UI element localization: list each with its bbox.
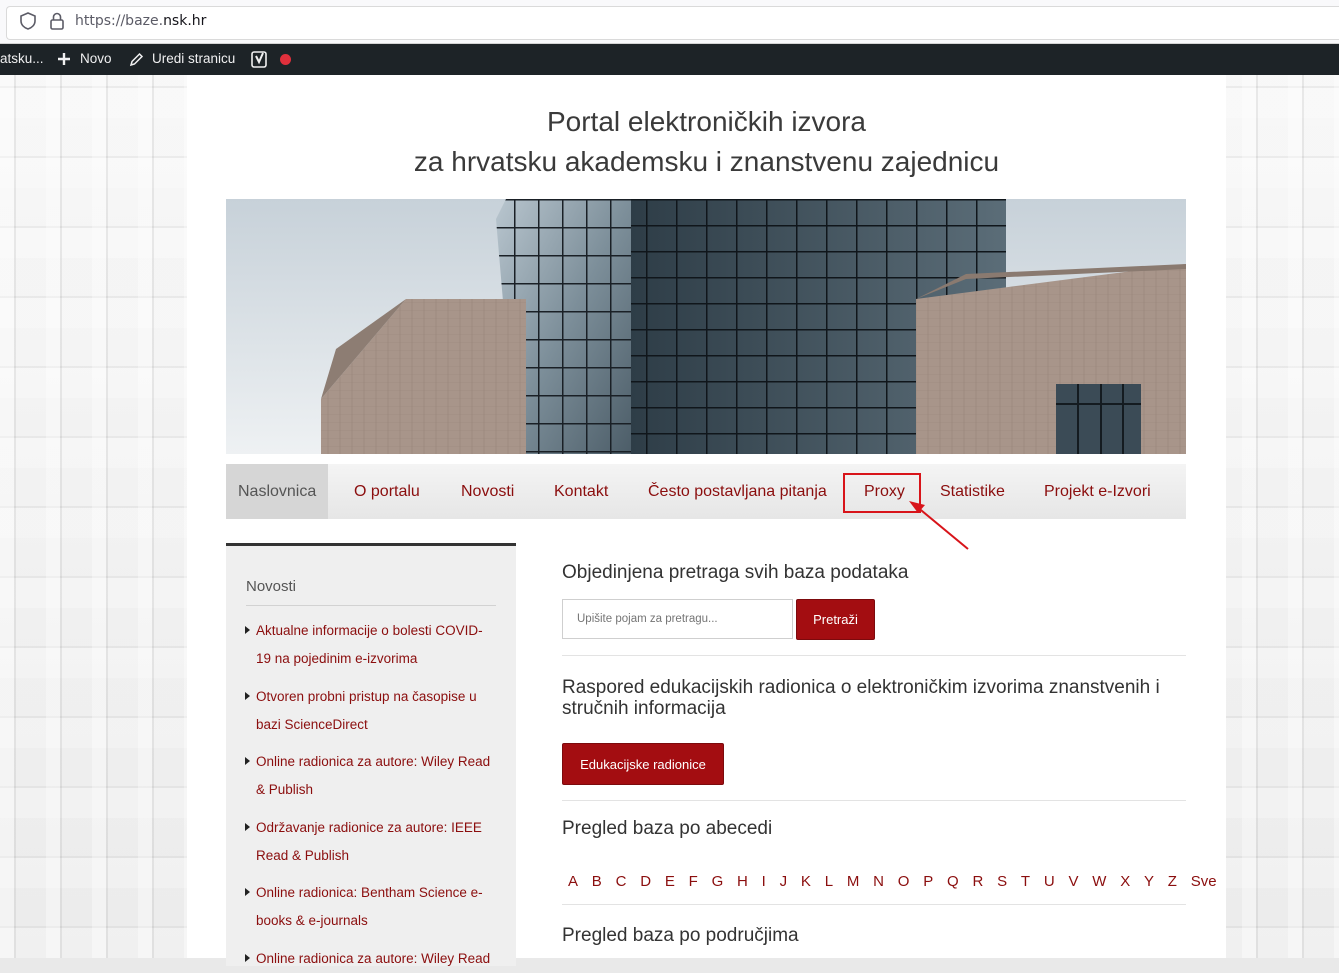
search-button[interactable]: Pretraži xyxy=(796,599,875,640)
nav-item-statistike[interactable]: Statistike xyxy=(940,464,1005,519)
letter-link[interactable]: Z xyxy=(1168,873,1177,890)
nav-item-novosti[interactable]: Novosti xyxy=(461,464,514,519)
admin-edit-page-link[interactable]: Uredi stranicu xyxy=(152,51,235,66)
letter-link[interactable]: E xyxy=(665,873,675,890)
section-divider xyxy=(562,800,1186,801)
nav-item-kontakt[interactable]: Kontakt xyxy=(554,464,608,519)
section-divider xyxy=(562,904,1186,905)
pencil-icon[interactable] xyxy=(129,52,144,67)
seo-status-dot xyxy=(280,54,291,65)
workshops-button[interactable]: Edukacijske radionice xyxy=(562,743,724,785)
letter-link[interactable]: P xyxy=(923,873,933,890)
letter-link[interactable]: I xyxy=(762,873,766,890)
letter-link[interactable]: B xyxy=(592,873,602,890)
letter-link[interactable]: J xyxy=(780,873,788,890)
letter-link-all[interactable]: Sve xyxy=(1191,873,1217,890)
lock-icon[interactable] xyxy=(48,11,66,31)
page-content: Portal elektroničkih izvora za hrvatsku … xyxy=(187,75,1226,966)
alphabet-index: A B C D E F G H I J K L M N O P Q R S T … xyxy=(568,871,1225,890)
url-text[interactable]: https://baze.nsk.hr xyxy=(75,13,206,29)
letter-link[interactable]: X xyxy=(1120,873,1130,890)
letter-link[interactable]: C xyxy=(616,873,627,890)
news-item[interactable]: Online radionica za autore: Wiley Read &… xyxy=(245,748,496,804)
admin-bar: atsku... Novo Uredi stranicu xyxy=(0,44,1339,75)
nav-item-o-portalu[interactable]: O portalu xyxy=(354,464,420,519)
letter-link[interactable]: A xyxy=(568,873,578,890)
news-item[interactable]: Online radionica: Bentham Science e-book… xyxy=(245,879,496,935)
proxy-highlight-box xyxy=(843,473,921,513)
letter-link[interactable]: G xyxy=(712,873,724,890)
admin-new-link[interactable]: Novo xyxy=(80,51,112,66)
search-input[interactable] xyxy=(562,599,793,639)
admin-site-name[interactable]: atsku... xyxy=(0,51,44,66)
workshops-heading: Raspored edukacijskih radionica o elektr… xyxy=(562,677,1160,719)
site-title: Portal elektroničkih izvora za hrvatsku … xyxy=(187,102,1226,182)
news-item[interactable]: Aktualne informacije o bolesti COVID-19 … xyxy=(245,617,496,673)
letter-link[interactable]: U xyxy=(1044,873,1055,890)
news-sidebar: Novosti Aktualne informacije o bolesti C… xyxy=(226,543,516,966)
letter-link[interactable]: Q xyxy=(947,873,959,890)
shield-icon[interactable] xyxy=(18,11,38,31)
letter-link[interactable]: S xyxy=(997,873,1007,890)
nav-item-projekt-e-izvori[interactable]: Projekt e-Izvori xyxy=(1044,464,1151,519)
letter-link[interactable]: H xyxy=(737,873,748,890)
letter-link[interactable]: R xyxy=(972,873,983,890)
url-prefix: https://baze. xyxy=(75,13,164,29)
news-item[interactable]: Online radionica za autore: Wiley Read xyxy=(245,945,496,973)
site-title-line2: za hrvatsku akademsku i znanstvenu zajed… xyxy=(413,146,1000,177)
url-domain: nsk.hr xyxy=(163,13,207,29)
letter-link[interactable]: W xyxy=(1092,873,1106,890)
letter-link[interactable]: T xyxy=(1021,873,1030,890)
letter-link[interactable]: V xyxy=(1068,873,1078,890)
letter-link[interactable]: O xyxy=(898,873,910,890)
letter-link[interactable]: L xyxy=(825,873,833,890)
letter-link[interactable]: N xyxy=(873,873,884,890)
site-title-line1: Portal elektroničkih izvora xyxy=(546,106,867,137)
sidebar-divider xyxy=(246,605,496,606)
letter-link[interactable]: F xyxy=(689,873,698,890)
main-navigation: Naslovnica O portalu Novosti Kontakt Čes… xyxy=(226,464,1186,519)
browser-address-bar: https://baze.nsk.hr xyxy=(0,0,1339,44)
news-item[interactable]: Otvoren probni pristup na časopise u baz… xyxy=(245,683,496,739)
letter-link[interactable]: Y xyxy=(1144,873,1154,890)
letter-link[interactable]: K xyxy=(801,873,811,890)
alphabet-heading: Pregled baza po abecedi xyxy=(562,818,773,839)
news-item[interactable]: Održavanje radionice za autore: IEEE Rea… xyxy=(245,814,496,870)
areas-heading: Pregled baza po područjima xyxy=(562,925,799,946)
nav-item-faq[interactable]: Često postavljana pitanja xyxy=(648,464,827,519)
letter-link[interactable]: D xyxy=(640,873,651,890)
yoast-icon[interactable] xyxy=(251,50,269,69)
search-heading: Objedinjena pretraga svih baza podataka xyxy=(562,562,909,583)
letter-link[interactable]: M xyxy=(847,873,860,890)
section-divider xyxy=(562,655,1186,656)
nav-item-naslovnica[interactable]: Naslovnica xyxy=(226,464,329,519)
plus-icon[interactable] xyxy=(57,52,71,66)
sidebar-title: Novosti xyxy=(246,578,297,595)
hero-building-image xyxy=(226,199,1186,454)
